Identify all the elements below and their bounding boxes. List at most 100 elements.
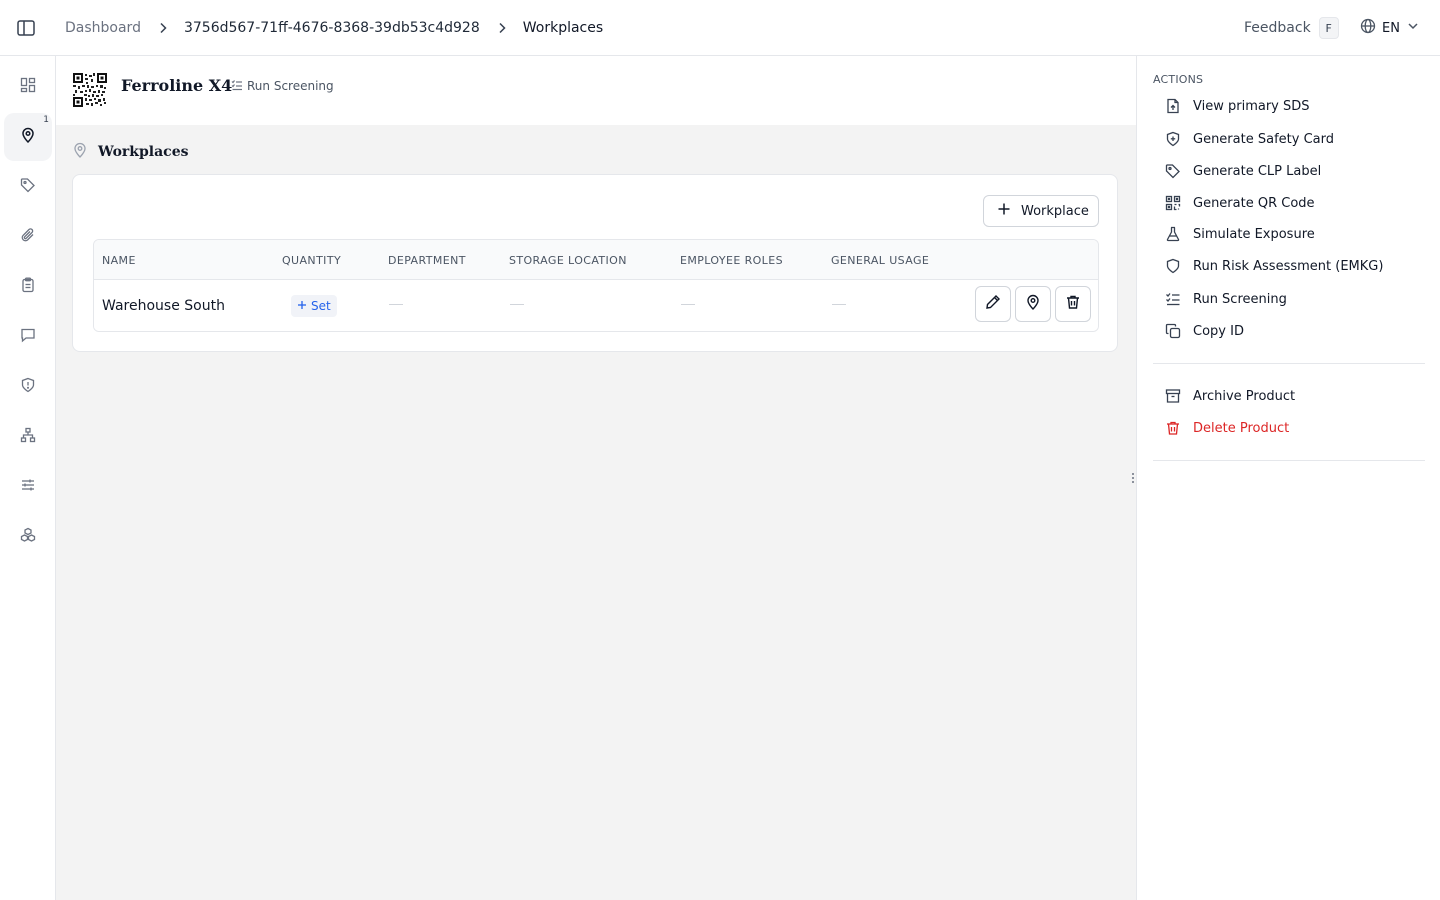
shield-alert-icon: [20, 377, 36, 397]
breadcrumb: Dashboard 3756d567-71ff-4676-8368-39db53…: [65, 0, 603, 56]
employee-roles-empty: [681, 304, 695, 305]
action-label: Generate QR Code: [1193, 195, 1315, 211]
column-header-storage-location: STORAGE LOCATION: [509, 254, 627, 267]
table-header: NAME QUANTITY DEPARTMENT STORAGE LOCATIO…: [94, 240, 1098, 280]
flask-icon: [1153, 226, 1193, 242]
delete-workplace-button[interactable]: [1055, 286, 1091, 322]
tag-icon: [20, 177, 36, 197]
cubes-icon: [20, 527, 36, 547]
column-header-name: NAME: [102, 254, 136, 267]
set-quantity-label: Set: [311, 299, 331, 313]
plus-icon: [997, 202, 1011, 220]
main-content: Ferroline X4 Run Screening Workplaces Wo…: [56, 56, 1136, 900]
chevron-right-icon: [155, 20, 171, 36]
rail-item-labels[interactable]: [4, 163, 52, 211]
file-upload-icon: [1153, 98, 1193, 114]
rail-item-settings[interactable]: [4, 463, 52, 511]
sliders-icon: [20, 477, 36, 497]
tag-icon: [1153, 163, 1193, 179]
hierarchy-icon: [20, 427, 36, 447]
archive-icon: [1153, 388, 1193, 404]
action-simulate-exposure[interactable]: Simulate Exposure: [1153, 220, 1425, 248]
workplaces-table: NAME QUANTITY DEPARTMENT STORAGE LOCATIO…: [93, 239, 1099, 332]
rail-item-workplaces[interactable]: 1: [4, 113, 52, 161]
rail-item-hierarchy[interactable]: [4, 413, 52, 461]
set-quantity-button[interactable]: Set: [291, 295, 337, 317]
rail-item-clipboard[interactable]: [4, 263, 52, 311]
actions-panel: ACTIONS View primary SDS Generate Safety…: [1136, 56, 1440, 900]
globe-icon: [1360, 18, 1376, 38]
section-title-text: Workplaces: [98, 144, 189, 160]
copy-icon: [1153, 323, 1193, 339]
language-selector[interactable]: EN: [1360, 18, 1420, 38]
action-generate-qr-code[interactable]: Generate QR Code: [1153, 189, 1425, 217]
workplace-name[interactable]: Warehouse South: [102, 298, 225, 314]
add-workplace-button[interactable]: Workplace: [983, 195, 1099, 227]
breadcrumb-product-id[interactable]: 3756d567-71ff-4676-8368-39db53c4d928: [184, 20, 480, 36]
column-header-department: DEPARTMENT: [388, 254, 466, 267]
run-screening-label: Run Screening: [247, 79, 334, 93]
workplaces-card: Workplace NAME QUANTITY DEPARTMENT STORA…: [72, 174, 1118, 352]
shield-plus-icon: [1153, 131, 1193, 147]
breadcrumb-workplaces: Workplaces: [522, 20, 604, 36]
product-qr-image: [73, 73, 107, 107]
map-pin-icon: [73, 142, 87, 162]
action-archive-product[interactable]: Archive Product: [1153, 382, 1425, 410]
action-copy-id[interactable]: Copy ID: [1153, 317, 1425, 345]
rail-badge: 1: [43, 115, 49, 125]
action-label: Simulate Exposure: [1193, 226, 1315, 242]
clipboard-icon: [20, 277, 36, 297]
pencil-icon: [985, 294, 1001, 314]
product-header: Ferroline X4 Run Screening: [56, 56, 1136, 125]
action-label: Run Screening: [1193, 291, 1287, 307]
action-view-primary-sds[interactable]: View primary SDS: [1153, 92, 1425, 120]
message-icon: [20, 327, 36, 347]
actions-divider: [1153, 460, 1425, 461]
feedback-label: Feedback: [1244, 20, 1311, 36]
chevron-down-icon: [1406, 19, 1420, 37]
left-rail: 1: [0, 56, 56, 900]
rail-item-integrations[interactable]: [4, 513, 52, 561]
run-screening-chip[interactable]: Run Screening: [222, 75, 344, 97]
locate-workplace-button[interactable]: [1015, 286, 1051, 322]
rail-item-comments[interactable]: [4, 313, 52, 361]
action-label: Archive Product: [1193, 388, 1296, 404]
sidebar-toggle-icon[interactable]: [16, 18, 36, 38]
list-checks-icon: [1153, 291, 1193, 307]
list-checks-icon: [231, 79, 243, 94]
rail-item-dashboard[interactable]: [4, 63, 52, 111]
actions-heading: ACTIONS: [1153, 73, 1204, 86]
rail-item-safety[interactable]: [4, 363, 52, 411]
actions-divider: [1153, 363, 1425, 364]
trash-icon: [1153, 420, 1193, 436]
dashboard-icon: [20, 77, 36, 97]
general-usage-empty: [832, 304, 846, 305]
paperclip-icon: [20, 227, 36, 247]
action-generate-clp-label[interactable]: Generate CLP Label: [1153, 157, 1425, 185]
chevron-right-icon: [494, 20, 510, 36]
product-name: Ferroline X4: [121, 76, 233, 95]
plus-icon: [297, 299, 307, 313]
rail-item-attachments[interactable]: [4, 213, 52, 261]
shield-icon: [1153, 258, 1193, 274]
breadcrumb-dashboard[interactable]: Dashboard: [65, 20, 141, 36]
map-pin-icon: [20, 127, 36, 147]
action-label: Delete Product: [1193, 420, 1290, 436]
action-run-risk-assessment[interactable]: Run Risk Assessment (EMKG): [1153, 252, 1425, 280]
department-empty: [389, 304, 403, 305]
action-run-screening[interactable]: Run Screening: [1153, 285, 1425, 313]
action-label: Copy ID: [1193, 323, 1244, 339]
trash-icon: [1065, 294, 1081, 314]
action-generate-safety-card[interactable]: Generate Safety Card: [1153, 125, 1425, 153]
add-workplace-label: Workplace: [1021, 203, 1089, 219]
action-label: Generate Safety Card: [1193, 131, 1334, 147]
column-header-employee-roles: EMPLOYEE ROLES: [680, 254, 783, 267]
top-bar: Dashboard 3756d567-71ff-4676-8368-39db53…: [0, 0, 1440, 56]
column-header-quantity: QUANTITY: [282, 254, 342, 267]
column-header-general-usage: GENERAL USAGE: [831, 254, 930, 267]
action-delete-product[interactable]: Delete Product: [1153, 414, 1425, 442]
language-label: EN: [1382, 20, 1400, 36]
map-pin-icon: [1025, 294, 1041, 314]
edit-workplace-button[interactable]: [975, 286, 1011, 322]
feedback-button[interactable]: Feedback F: [1244, 16, 1339, 40]
